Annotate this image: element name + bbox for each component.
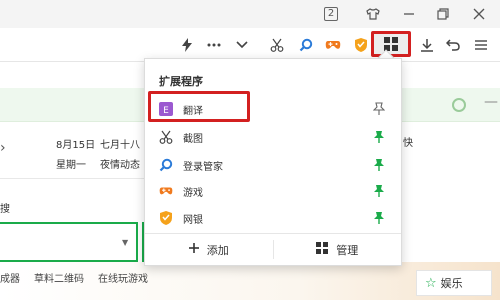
toolbar <box>0 28 500 62</box>
scissors-icon[interactable] <box>268 36 286 54</box>
search-label: 搜 <box>0 204 10 215</box>
side-text: 快 <box>403 138 413 149</box>
nav-arrow-icon[interactable]: › <box>0 140 6 156</box>
close-icon[interactable] <box>470 5 488 23</box>
manage-label: 管理 <box>336 243 359 257</box>
extension-label: 游戏 <box>183 187 203 199</box>
pin-icon-pinned[interactable] <box>373 184 385 198</box>
shield-icon <box>159 211 173 225</box>
lunar-column: 七月十八 夜情动态 <box>100 136 140 176</box>
shield-icon[interactable] <box>352 36 370 54</box>
extension-item-login-manager[interactable]: 登录管家 <box>145 151 401 179</box>
extensions-panel: 扩展程序 E 翻译 截图 登录管家 游戏 网银 添加 管理 <box>144 58 402 266</box>
lunar-text: 七月十八 <box>100 140 140 151</box>
notice-close-icon[interactable]: — <box>484 94 498 110</box>
search-input[interactable] <box>0 222 138 262</box>
pin-icon-unpinned[interactable] <box>372 102 386 116</box>
pin-icon-pinned[interactable] <box>373 158 385 172</box>
bottom-link[interactable]: 草料二维码 <box>34 270 84 285</box>
weekday-text: 星期一 <box>56 160 86 171</box>
bottom-link[interactable]: 成器 <box>0 270 20 285</box>
dropdown-arrow-icon[interactable]: ▼ <box>122 238 128 247</box>
gamepad-icon <box>159 184 173 198</box>
tab-count-number: 2 <box>324 7 338 21</box>
entertainment-button[interactable]: ☆ 娱乐 <box>416 270 492 296</box>
tab-count-badge[interactable]: 2 <box>322 5 340 23</box>
restore-icon[interactable] <box>434 5 452 23</box>
tshirt-icon[interactable] <box>364 5 382 23</box>
search-icon[interactable] <box>297 36 315 54</box>
date-text: 8月15日 <box>56 140 96 151</box>
bottom-link[interactable]: 在线玩游戏 <box>98 270 148 285</box>
entertainment-label: 娱乐 <box>440 277 463 290</box>
extension-label: 截图 <box>183 133 203 145</box>
star-icon: ☆ <box>425 275 437 291</box>
grid-icon <box>316 242 329 257</box>
extension-label: 登录管家 <box>183 161 223 173</box>
extension-item-online-banking[interactable]: 网银 <box>145 204 401 232</box>
undo-icon[interactable] <box>444 36 462 54</box>
panel-title: 扩展程序 <box>159 75 203 88</box>
panel-footer: 添加 管理 <box>145 233 401 265</box>
chevron-down-icon[interactable] <box>233 36 251 54</box>
extension-label: 网银 <box>183 214 203 226</box>
plus-icon <box>188 243 199 256</box>
search-key-icon <box>159 158 173 172</box>
more-icon[interactable] <box>205 36 223 54</box>
extension-item-games[interactable]: 游戏 <box>145 177 401 205</box>
add-extension-button[interactable]: 添加 <box>145 234 273 265</box>
download-icon[interactable] <box>418 36 436 54</box>
lightning-icon[interactable] <box>178 36 196 54</box>
pin-icon-pinned[interactable] <box>373 211 385 225</box>
add-label: 添加 <box>206 243 229 257</box>
date-column: 8月15日 星期一 <box>56 136 95 176</box>
pin-icon-pinned[interactable] <box>373 130 385 144</box>
gear-icon[interactable] <box>452 98 466 112</box>
weather-text: 夜情动态 <box>100 160 140 171</box>
scissors-icon <box>159 130 173 144</box>
menu-icon[interactable] <box>472 36 490 54</box>
title-bar: 2 <box>0 0 500 28</box>
translate-highlight-frame <box>148 91 250 122</box>
minimize-icon[interactable] <box>400 5 418 23</box>
game-icon[interactable] <box>324 36 342 54</box>
bottom-links: 成器 草料二维码 在线玩游戏 <box>0 270 148 285</box>
extensions-button[interactable] <box>371 31 411 57</box>
extension-item-screenshot[interactable]: 截图 <box>145 123 401 151</box>
divider <box>0 178 145 179</box>
manage-extensions-button[interactable]: 管理 <box>274 234 402 265</box>
